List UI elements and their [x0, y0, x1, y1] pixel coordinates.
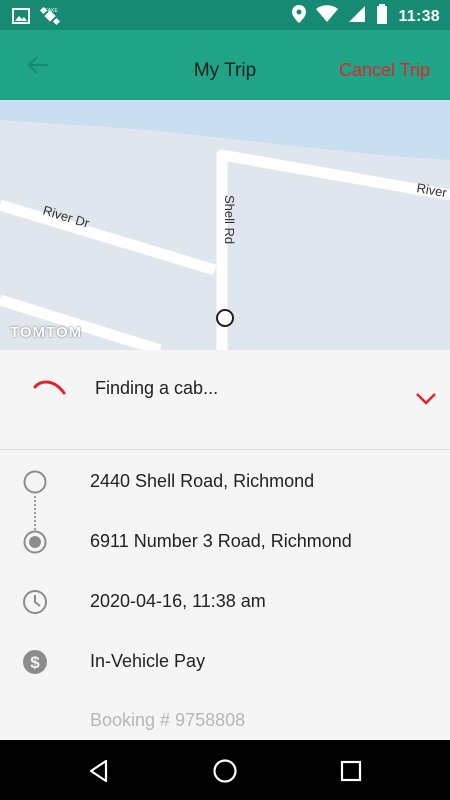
trip-status-panel[interactable]: Finding a cab... — [0, 350, 450, 450]
image-icon — [12, 8, 30, 29]
pickup-marker[interactable] — [216, 309, 234, 327]
pickup-datetime: 2020-04-16, 11:38 am — [90, 591, 266, 611]
loading-spinner-icon — [32, 377, 68, 403]
road-shell-rd — [216, 149, 450, 350]
location-icon — [292, 5, 307, 28]
map-view[interactable]: River Dr Shell Rd River TOMTOM — [0, 100, 450, 350]
svg-text:FAKE: FAKE — [45, 8, 58, 14]
satellite-icon: FAKE — [39, 6, 61, 31]
clock-icon — [22, 589, 48, 615]
svg-text:$: $ — [30, 653, 40, 672]
payment-row: $ In-Vehicle Pay — [0, 641, 450, 681]
status-bar: FAKE 11:38 — [0, 0, 450, 30]
dollar-icon: $ — [22, 649, 48, 675]
road-river-dr — [0, 199, 217, 276]
wifi-icon — [316, 5, 339, 28]
dropoff-address: 6911 Number 3 Road, Richmond — [90, 531, 352, 551]
trip-status-text: Finding a cab... — [95, 378, 219, 398]
pickup-address: 2440 Shell Road, Richmond — [90, 471, 315, 491]
map-attribution: TOMTOM — [10, 324, 83, 341]
pickup-circle-icon — [22, 469, 48, 495]
datetime-row: 2020-04-16, 11:38 am — [0, 581, 450, 621]
dropoff-radio-icon — [22, 529, 48, 555]
street-label-shell-rd: Shell Rd — [222, 195, 237, 244]
chevron-down-icon[interactable] — [414, 390, 438, 406]
clock: 11:38 — [398, 7, 440, 25]
pickup-row: 2440 Shell Road, Richmond — [0, 461, 450, 501]
home-circle-icon[interactable] — [212, 758, 238, 784]
payment-method: In-Vehicle Pay — [90, 651, 206, 671]
recents-square-icon[interactable] — [338, 758, 364, 784]
back-triangle-icon[interactable] — [86, 758, 112, 784]
dropoff-row: 6911 Number 3 Road, Richmond — [0, 521, 450, 561]
system-nav-bar — [0, 740, 450, 800]
battery-icon — [376, 4, 388, 29]
app-bar: My Trip Cancel Trip — [0, 30, 450, 100]
street-label-river: River — [415, 180, 448, 200]
signal-icon — [348, 5, 366, 28]
booking-number: Booking # 9758808 — [90, 710, 246, 730]
cancel-trip-button[interactable]: Cancel Trip — [339, 60, 430, 81]
